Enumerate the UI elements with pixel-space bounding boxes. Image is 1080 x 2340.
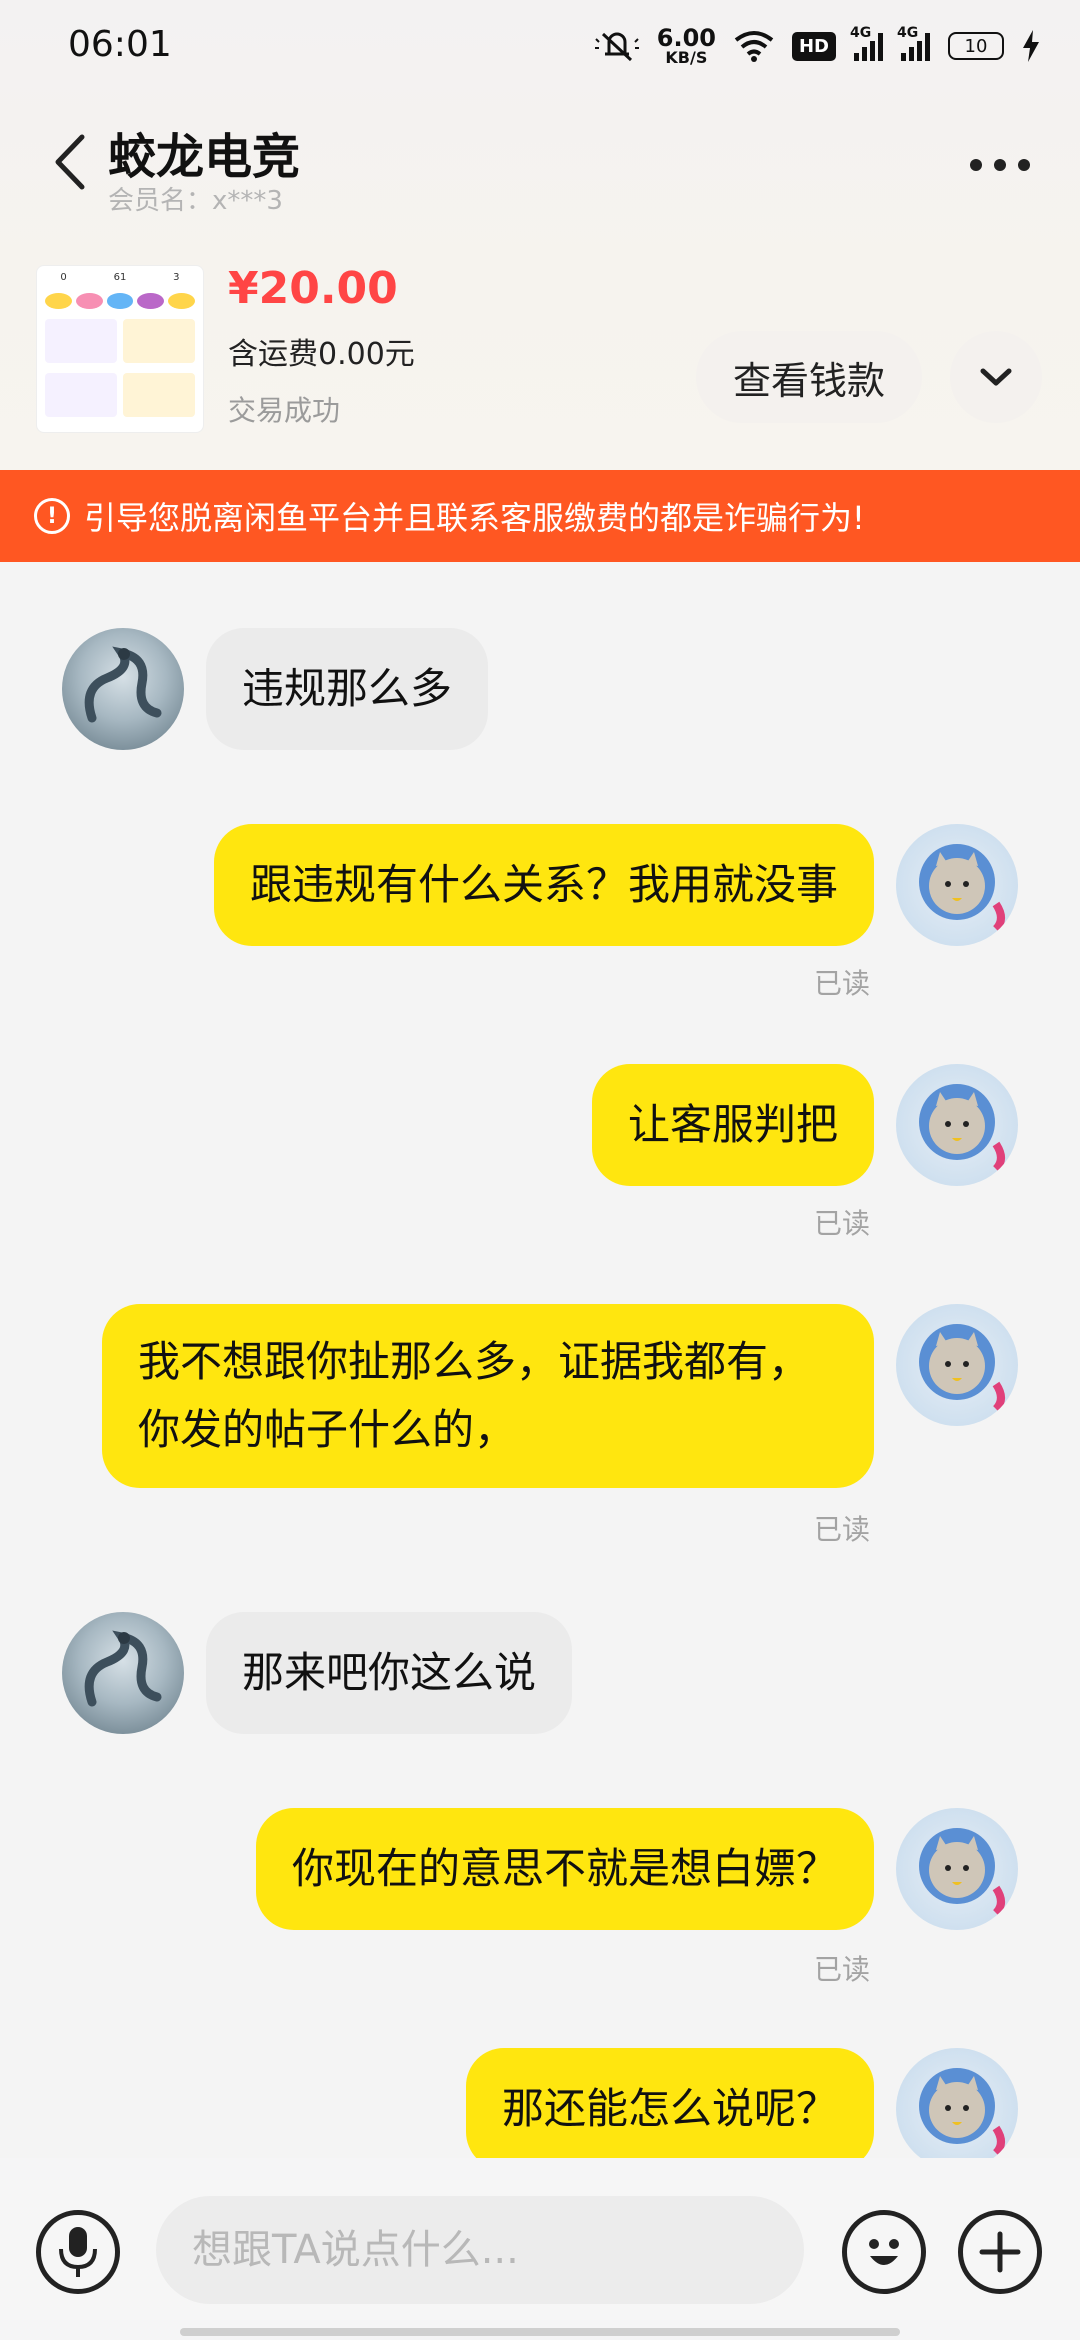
message-bubble-outgoing[interactable]: 跟违规有什么关系？我用就没事 (213, 824, 874, 946)
home-indicator[interactable] (180, 2328, 900, 2336)
dragon-avatar-image (84, 1630, 162, 1707)
message-input-bar (0, 2180, 1080, 2320)
member-name: 会员名：x***3 (108, 186, 283, 216)
trade-status: 交易成功 (228, 394, 341, 427)
fraud-warning-banner: ! 引导您脱离闲鱼平台并且联系客服缴费的都是诈骗行为! (0, 470, 1080, 562)
message-bubble-outgoing[interactable]: 那还能怎么说呢？ (465, 2048, 874, 2158)
charging-icon (1023, 30, 1039, 62)
cat-avatar-image (919, 844, 1005, 932)
voice-button[interactable] (36, 2210, 120, 2294)
cat-avatar-image (919, 1828, 1005, 1916)
net-speed: 6.00 KB/S (657, 26, 716, 66)
hd-badge: HD (791, 31, 836, 61)
other-user-avatar[interactable] (62, 628, 184, 750)
thumb-stat: 3 (173, 272, 180, 283)
wifi-icon (734, 31, 774, 62)
status-icons: 6.00 KB/S HD 4G 4G 10 (594, 22, 1040, 70)
more-actions-button[interactable] (958, 2210, 1042, 2294)
read-status: 已读 (814, 967, 871, 1000)
expand-button[interactable] (950, 331, 1042, 423)
alert-circle-icon: ! (34, 498, 70, 534)
my-avatar[interactable] (896, 1808, 1018, 1930)
message-bubble-outgoing[interactable]: 你现在的意思不就是想白嫖？ (255, 1808, 874, 1930)
chat-messages[interactable]: 违规那么多 跟违规有什么关系？我用就没事 已读 让客服判把 已读 我不想跟你扯那… (0, 562, 1080, 2158)
signal-1-icon: 4G (850, 25, 883, 61)
my-avatar[interactable] (896, 1304, 1018, 1426)
other-user-avatar[interactable] (62, 1612, 184, 1734)
battery-icon: 10 (948, 32, 1004, 60)
thumb-stat: 61 (113, 272, 127, 283)
dragon-avatar-image (84, 646, 162, 723)
thumb-stats: 0 61 3 (37, 266, 203, 283)
status-time: 06:01 (68, 24, 172, 65)
emoji-button[interactable] (842, 2210, 926, 2294)
net-speed-value: 6.00 (656, 24, 716, 52)
chevron-down-icon (980, 368, 1012, 386)
read-status: 已读 (814, 1953, 871, 1986)
message-bubble-outgoing[interactable]: 让客服判把 (591, 1064, 874, 1186)
message-input[interactable] (156, 2196, 804, 2304)
battery-level: 10 (964, 35, 988, 57)
read-status: 已读 (814, 1513, 871, 1546)
signal-1-label: 4G (850, 25, 872, 41)
chat-header: 蛟龙电竞 会员名：x***3 (0, 105, 1080, 216)
warning-text: 引导您脱离闲鱼平台并且联系客服缴费的都是诈骗行为! (84, 499, 865, 537)
message-bubble-incoming[interactable]: 那来吧你这么说 (206, 1612, 573, 1734)
my-avatar[interactable] (896, 2048, 1018, 2158)
product-thumbnail[interactable]: 0 61 3 (36, 265, 204, 433)
chat-title: 蛟龙电竞 (108, 129, 301, 185)
back-button[interactable] (50, 127, 100, 197)
microphone-icon (59, 2227, 97, 2277)
signal-2-label: 4G (897, 25, 919, 41)
mute-bell-icon (594, 32, 639, 62)
read-status: 已读 (814, 1207, 871, 1240)
status-bar: 06:01 6.00 KB/S HD 4G 4G 10 (0, 0, 1080, 95)
more-dots-icon (970, 159, 982, 171)
signal-2-icon: 4G (897, 25, 930, 61)
my-avatar[interactable] (896, 824, 1018, 946)
plus-icon (979, 2231, 1021, 2273)
message-bubble-incoming[interactable]: 违规那么多 (206, 628, 489, 750)
emoji-icon (869, 2239, 899, 2265)
cat-avatar-image (919, 2068, 1005, 2156)
view-payment-button[interactable]: 查看钱款 (696, 331, 922, 423)
product-price: ¥20.00 (228, 263, 398, 314)
net-speed-unit: KB/S (665, 48, 708, 67)
cat-avatar-image (919, 1084, 1005, 1172)
my-avatar[interactable] (896, 1064, 1018, 1186)
thumb-stat: 0 (60, 272, 67, 283)
cat-avatar-image (919, 1324, 1005, 1412)
product-card[interactable]: 0 61 3 ¥20.00 含运费0.00元 交易成功 查看钱款 (0, 255, 1080, 435)
message-bubble-outgoing[interactable]: 我不想跟你扯那么多，证据我都有，你发的帖子什么的， (102, 1304, 874, 1488)
more-button[interactable] (960, 145, 1040, 185)
back-arrow-icon (55, 134, 85, 190)
top-area: 06:01 6.00 KB/S HD 4G 4G 10 蛟龙电竞 会员名：x**… (0, 0, 1080, 470)
shipping-fee: 含运费0.00元 (228, 337, 415, 372)
